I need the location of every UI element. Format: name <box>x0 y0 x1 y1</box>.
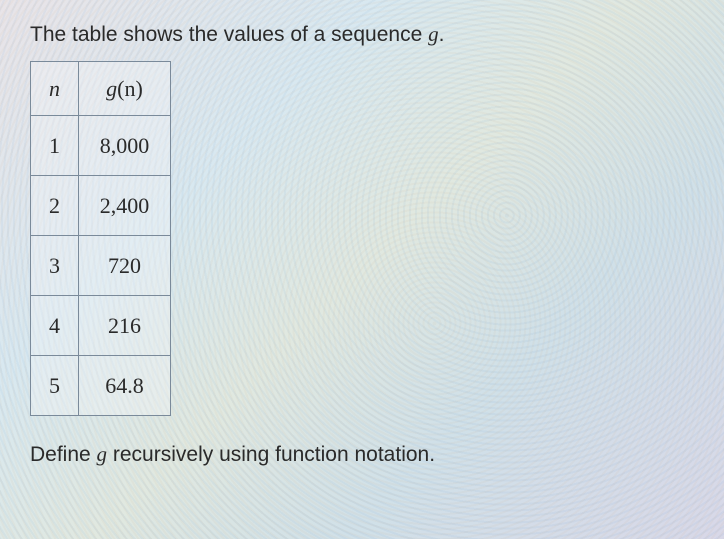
cell-n: 1 <box>31 116 79 176</box>
table-row: 2 2,400 <box>31 176 171 236</box>
header-n: n <box>31 62 79 116</box>
header-g: g(n) <box>79 62 171 116</box>
table-row: 1 8,000 <box>31 116 171 176</box>
intro-post: . <box>439 23 445 46</box>
outro-post: recursively using function notation. <box>107 443 435 466</box>
cell-n: 5 <box>31 356 79 416</box>
cell-g: 720 <box>79 236 171 296</box>
intro-sequence-var: g <box>428 22 439 46</box>
table-header-row: n g(n) <box>31 62 171 116</box>
table-row: 3 720 <box>31 236 171 296</box>
intro-text: The table shows the values of a sequence… <box>30 22 694 47</box>
cell-g: 8,000 <box>79 116 171 176</box>
header-g-arg: (n) <box>117 76 143 101</box>
table-row: 5 64.8 <box>31 356 171 416</box>
cell-g: 216 <box>79 296 171 356</box>
cell-g: 2,400 <box>79 176 171 236</box>
cell-n: 2 <box>31 176 79 236</box>
intro-pre: The table shows the values of a sequence <box>30 23 428 46</box>
outro-text: Define g recursively using function nota… <box>30 442 694 467</box>
outro-pre: Define <box>30 443 97 466</box>
cell-n: 3 <box>31 236 79 296</box>
problem-container: The table shows the values of a sequence… <box>0 0 724 489</box>
sequence-table: n g(n) 1 8,000 2 2,400 3 720 4 216 <box>30 61 171 416</box>
cell-g: 64.8 <box>79 356 171 416</box>
table-row: 4 216 <box>31 296 171 356</box>
outro-sequence-var: g <box>97 442 108 466</box>
cell-n: 4 <box>31 296 79 356</box>
header-g-func: g <box>106 76 117 101</box>
